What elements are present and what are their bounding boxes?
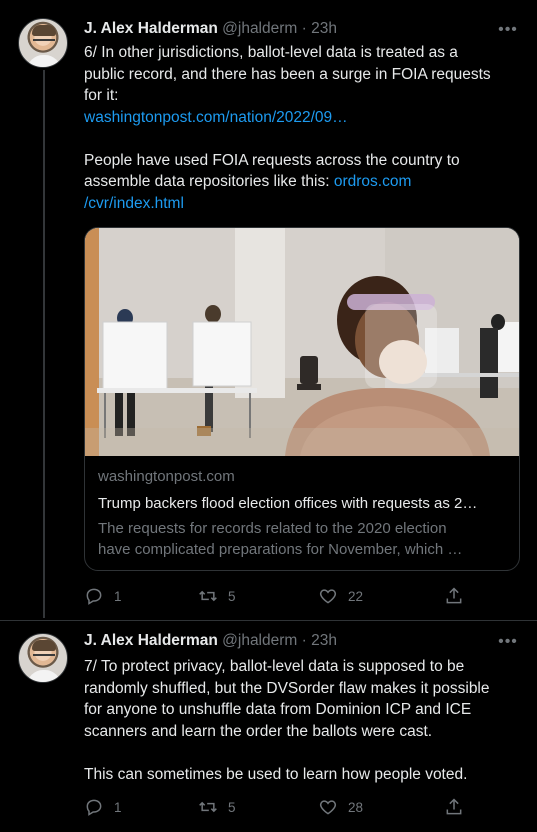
reply-button[interactable]: 1 <box>84 796 122 818</box>
tweet-text: 7/ To protect privacy, ballot-level data… <box>84 656 514 785</box>
tweet-6[interactable]: J. Alex Halderman @jhalderm · 23h ••• 6/… <box>0 0 537 620</box>
card-domain: washingtonpost.com <box>98 468 235 485</box>
reply-button[interactable]: 1 <box>84 585 122 607</box>
reply-icon <box>86 799 102 816</box>
avatar[interactable] <box>18 18 68 68</box>
like-icon <box>319 800 337 815</box>
repository-link-continued[interactable]: /cvr/index.html <box>84 193 514 215</box>
tweet-text-line: 6/ In other jurisdictions, ballot-level … <box>84 44 458 61</box>
more-icon[interactable]: ••• <box>497 22 519 38</box>
tweet-text-line: for anyone to unshuffle data from Domini… <box>84 701 472 718</box>
separator-dot: · <box>301 632 307 649</box>
tweet-text-line: assemble data repositories like this: or… <box>84 171 514 193</box>
tweet-text-line: scanners and learn the order the ballots… <box>84 722 433 740</box>
separator-dot: · <box>301 20 307 37</box>
repository-link[interactable]: ordros.com <box>334 173 412 190</box>
like-icon <box>319 589 337 604</box>
share-button[interactable] <box>444 796 464 818</box>
retweet-icon <box>199 801 217 813</box>
reply-count: 1 <box>114 588 122 604</box>
card-title[interactable]: Trump backers flood election offices wit… <box>98 493 510 514</box>
retweet-count: 5 <box>228 588 236 604</box>
timestamp[interactable]: 23h <box>311 20 337 37</box>
retweet-icon <box>199 590 217 602</box>
author-name[interactable]: J. Alex Halderman <box>84 20 218 37</box>
article-link[interactable]: washingtonpost.com/nation/2022/09… <box>84 107 514 129</box>
tweet-text-fragment: assemble data repositories like this: <box>84 173 334 190</box>
link-preview-card[interactable]: washingtonpost.com Trump backers flood e… <box>84 227 520 571</box>
share-icon <box>446 798 462 815</box>
reply-count: 1 <box>114 799 122 815</box>
retweet-button[interactable]: 5 <box>198 796 236 818</box>
tweet-actions: 1 5 28 <box>84 796 484 818</box>
share-icon <box>446 587 462 604</box>
thread-connector-line <box>43 70 45 618</box>
tweet-text-line: This can sometimes be used to learn how … <box>84 765 468 783</box>
retweet-count: 5 <box>228 799 236 815</box>
like-count: 28 <box>348 799 364 815</box>
card-meta: washingtonpost.com Trump backers flood e… <box>98 468 510 560</box>
tweet-text-line: randomly shuffled, but the DVSorder flaw… <box>84 679 490 697</box>
tweet-text: 6/ In other jurisdictions, ballot-level … <box>84 42 514 214</box>
author-handle[interactable]: @jhalderm <box>222 20 297 37</box>
tweet-text-line: public record, and there has been a surg… <box>84 65 491 83</box>
polling-station-photo <box>85 228 519 456</box>
card-description: The requests for records related to the … <box>98 518 510 560</box>
tweet-text-line: for it: <box>84 87 119 104</box>
like-button[interactable]: 28 <box>318 796 363 818</box>
tweet-header: J. Alex Halderman @jhalderm · 23h <box>84 20 337 40</box>
retweet-button[interactable]: 5 <box>198 585 236 607</box>
card-image <box>85 228 519 456</box>
like-button[interactable]: 22 <box>318 585 363 607</box>
reply-icon <box>86 588 102 605</box>
tweet-7[interactable]: J. Alex Halderman @jhalderm · 23h ••• 7/… <box>0 620 537 832</box>
more-icon[interactable]: ••• <box>497 634 519 650</box>
card-description-line: The requests for records related to the … <box>98 520 447 537</box>
tweet-text-line: People have used FOIA requests across th… <box>84 151 460 169</box>
tweet-header: J. Alex Halderman @jhalderm · 23h <box>84 632 337 652</box>
card-description-line: have complicated preparations for Novemb… <box>98 541 463 558</box>
author-name[interactable]: J. Alex Halderman <box>84 632 218 649</box>
share-button[interactable] <box>444 585 464 607</box>
author-handle[interactable]: @jhalderm <box>222 632 297 649</box>
tweet-actions: 1 5 22 <box>84 585 484 607</box>
like-count: 22 <box>348 588 364 604</box>
avatar[interactable] <box>18 633 68 683</box>
tweet-text-line: 7/ To protect privacy, ballot-level data… <box>84 658 465 675</box>
timestamp[interactable]: 23h <box>311 632 337 649</box>
